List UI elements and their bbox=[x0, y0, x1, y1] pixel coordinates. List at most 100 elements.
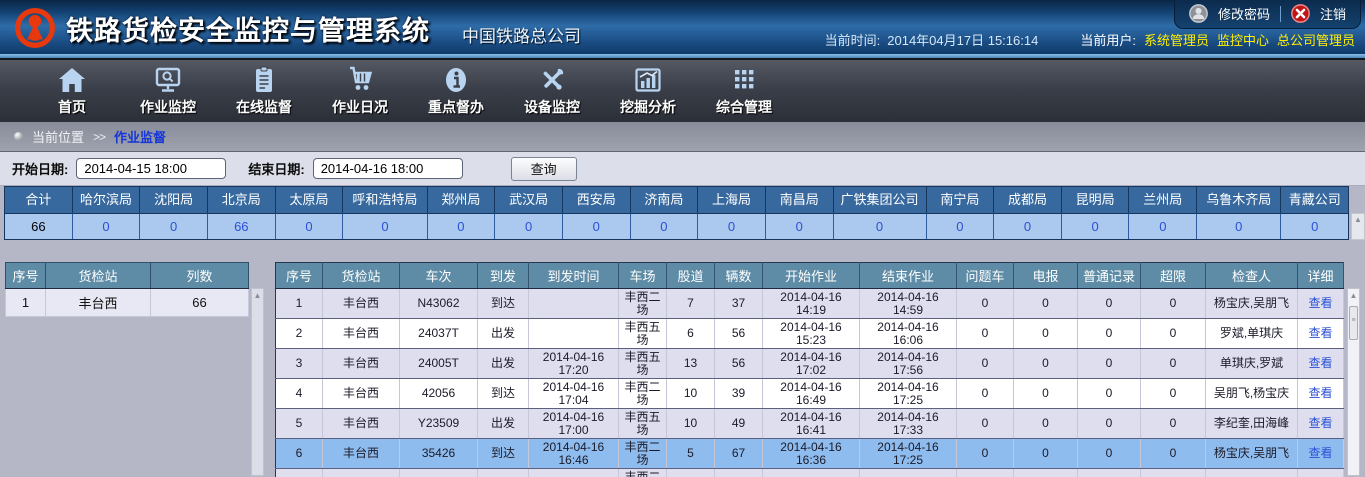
summary-value[interactable]: 0 bbox=[698, 213, 766, 239]
detail-cell-yard: 丰西二场 bbox=[619, 439, 667, 469]
summary-value[interactable]: 0 bbox=[343, 213, 427, 239]
detail-cell-track bbox=[667, 469, 715, 477]
chart-icon bbox=[633, 65, 663, 95]
change-password-button[interactable]: 修改密码 bbox=[1218, 4, 1270, 23]
summary-value[interactable]: 0 bbox=[1062, 213, 1130, 239]
current-user-label: 当前用户: bbox=[1080, 30, 1136, 49]
summary-value[interactable]: 0 bbox=[834, 213, 927, 239]
summary-value[interactable]: 0 bbox=[140, 213, 208, 239]
detail-cell-telegrams: 0 bbox=[1014, 319, 1078, 349]
detail-row[interactable]: 6丰台西35426到达2014-04-16 16:46丰西二场5672014-0… bbox=[276, 439, 1344, 469]
detail-cell-over-limit: 0 bbox=[1141, 349, 1206, 379]
summary-value[interactable]: 0 bbox=[1129, 213, 1197, 239]
detail-cell-work-end bbox=[860, 469, 957, 477]
start-date-input[interactable] bbox=[76, 158, 226, 179]
main-nav: 首页 作业监控 在线监督 作业日况 bbox=[0, 58, 1365, 122]
detail-cell-station: 丰台西 bbox=[323, 439, 400, 469]
detail-cell-direction: 到达 bbox=[478, 289, 529, 319]
summary-scrollbar-track[interactable]: ▲ bbox=[1351, 213, 1365, 240]
detail-cell-train: 24005T bbox=[400, 349, 478, 379]
logout-icon[interactable] bbox=[1291, 4, 1310, 23]
view-detail-link[interactable]: 查看 bbox=[1308, 416, 1332, 430]
detail-cell-arrive-depart-time bbox=[529, 469, 619, 477]
summary-value[interactable]: 66 bbox=[208, 213, 276, 239]
summary-col-header: 太原局 bbox=[276, 187, 344, 213]
scrollbar-thumb[interactable]: ≡ bbox=[1349, 306, 1358, 340]
monitor-search-icon bbox=[153, 65, 183, 95]
nav-item-daily-status[interactable]: 作业日况 bbox=[312, 65, 408, 117]
detail-cell-cars: 49 bbox=[715, 409, 763, 439]
detail-table-scrollbar[interactable]: ▲ ≡ bbox=[1347, 288, 1360, 476]
summary-value[interactable]: 0 bbox=[927, 213, 995, 239]
nav-item-mining-analysis[interactable]: 挖掘分析 bbox=[600, 65, 696, 117]
detail-col-header: 股道 bbox=[667, 263, 715, 289]
detail-cell-inspectors bbox=[1206, 469, 1298, 477]
station-row[interactable]: 1丰台西66 bbox=[6, 289, 249, 317]
breadcrumb-current-page[interactable]: 作业监督 bbox=[114, 127, 166, 146]
detail-cell-work-end: 2014-04-16 14:59 bbox=[860, 289, 957, 319]
view-detail-link[interactable]: 查看 bbox=[1308, 356, 1332, 370]
detail-cell-arrive-depart-time: 2014-04-16 17:20 bbox=[529, 349, 619, 379]
detail-row[interactable]: 3丰台西24005T出发2014-04-16 17:20丰西五场13562014… bbox=[276, 349, 1344, 379]
detail-col-header: 车次 bbox=[400, 263, 478, 289]
detail-row[interactable]: 5丰台西Y23509出发2014-04-16 17:00丰西五场10492014… bbox=[276, 409, 1344, 439]
summary-value[interactable]: 0 bbox=[994, 213, 1062, 239]
main-content: 序号货检站列数 1丰台西66 ▲ 序号货检站车次到发到发时间车场股道辆数开始作业… bbox=[0, 240, 1365, 477]
user-role-link-center[interactable]: 监控中心 bbox=[1217, 30, 1269, 49]
summary-value[interactable]: 0 bbox=[495, 213, 563, 239]
scroll-up-icon[interactable]: ▲ bbox=[252, 289, 263, 302]
summary-col-header: 昆明局 bbox=[1062, 187, 1130, 213]
summary-value[interactable]: 0 bbox=[428, 213, 496, 239]
summary-value[interactable]: 0 bbox=[1281, 213, 1348, 239]
nav-item-online-supervision[interactable]: 在线监督 bbox=[216, 65, 312, 117]
summary-value[interactable]: 0 bbox=[631, 213, 699, 239]
detail-cell-station: 丰台西 bbox=[323, 379, 400, 409]
summary-value[interactable]: 0 bbox=[73, 213, 141, 239]
station-train-count-link[interactable]: 66 bbox=[151, 289, 249, 317]
end-date-input[interactable] bbox=[313, 158, 463, 179]
detail-cell-seq: 1 bbox=[276, 289, 323, 319]
grid-icon bbox=[729, 65, 759, 95]
nav-item-job-monitor[interactable]: 作业监控 bbox=[120, 65, 216, 117]
detail-cell-arrive-depart-time: 2014-04-16 17:00 bbox=[529, 409, 619, 439]
summary-col-header: 沈阳局 bbox=[140, 187, 208, 213]
view-detail-link[interactable]: 查看 bbox=[1308, 446, 1332, 460]
detail-cell-work-start bbox=[763, 469, 860, 477]
detail-row[interactable]: 4丰台西42056到达2014-04-16 17:04丰西二场10392014-… bbox=[276, 379, 1344, 409]
view-detail-link[interactable]: 查看 bbox=[1308, 296, 1332, 310]
detail-row[interactable]: 丰西二场 bbox=[276, 469, 1344, 477]
summary-col-header: 北京局 bbox=[208, 187, 276, 213]
nav-item-equipment-monitor[interactable]: 设备监控 bbox=[504, 65, 600, 117]
breadcrumb-separator: >> bbox=[93, 130, 105, 144]
detail-cell-station: 丰台西 bbox=[323, 409, 400, 439]
summary-value[interactable]: 0 bbox=[276, 213, 344, 239]
breadcrumb: 当前位置 >> 作业监督 bbox=[0, 122, 1365, 152]
detail-col-header: 问题车 bbox=[957, 263, 1014, 289]
user-role-link-admin[interactable]: 系统管理员 bbox=[1144, 30, 1209, 49]
station-table-scrollbar[interactable]: ▲ bbox=[251, 288, 264, 476]
view-detail-link[interactable]: 查看 bbox=[1308, 326, 1332, 340]
detail-cell-train: 35426 bbox=[400, 439, 478, 469]
nav-item-key-supervision[interactable]: 重点督办 bbox=[408, 65, 504, 117]
user-role-link-hq[interactable]: 总公司管理员 bbox=[1277, 30, 1355, 49]
detail-cell-work-end: 2014-04-16 17:25 bbox=[860, 379, 957, 409]
detail-cell-work-start: 2014-04-16 16:41 bbox=[763, 409, 860, 439]
summary-value[interactable]: 0 bbox=[766, 213, 834, 239]
detail-row[interactable]: 1丰台西N43062到达丰西二场7372014-04-16 14:192014-… bbox=[276, 289, 1344, 319]
nav-item-general-management[interactable]: 综合管理 bbox=[696, 65, 792, 117]
summary-col-header: 济南局 bbox=[631, 187, 699, 213]
query-button[interactable]: 查询 bbox=[511, 157, 577, 181]
view-detail-link[interactable]: 查看 bbox=[1308, 386, 1332, 400]
detail-row[interactable]: 2丰台西24037T出发丰西五场6562014-04-16 15:232014-… bbox=[276, 319, 1344, 349]
nav-item-home[interactable]: 首页 bbox=[24, 65, 120, 117]
summary-value[interactable]: 0 bbox=[1197, 213, 1281, 239]
detail-cell-seq: 2 bbox=[276, 319, 323, 349]
detail-cell-cars: 67 bbox=[715, 439, 763, 469]
detail-cell-direction bbox=[478, 469, 529, 477]
station-col-header: 序号 bbox=[6, 263, 46, 289]
detail-cell-yard: 丰西二场 bbox=[619, 379, 667, 409]
detail-cell-arrive-depart-time: 2014-04-16 16:46 bbox=[529, 439, 619, 469]
scroll-up-icon[interactable]: ▲ bbox=[1348, 289, 1359, 302]
logout-button[interactable]: 注销 bbox=[1320, 4, 1346, 23]
summary-value[interactable]: 0 bbox=[563, 213, 631, 239]
